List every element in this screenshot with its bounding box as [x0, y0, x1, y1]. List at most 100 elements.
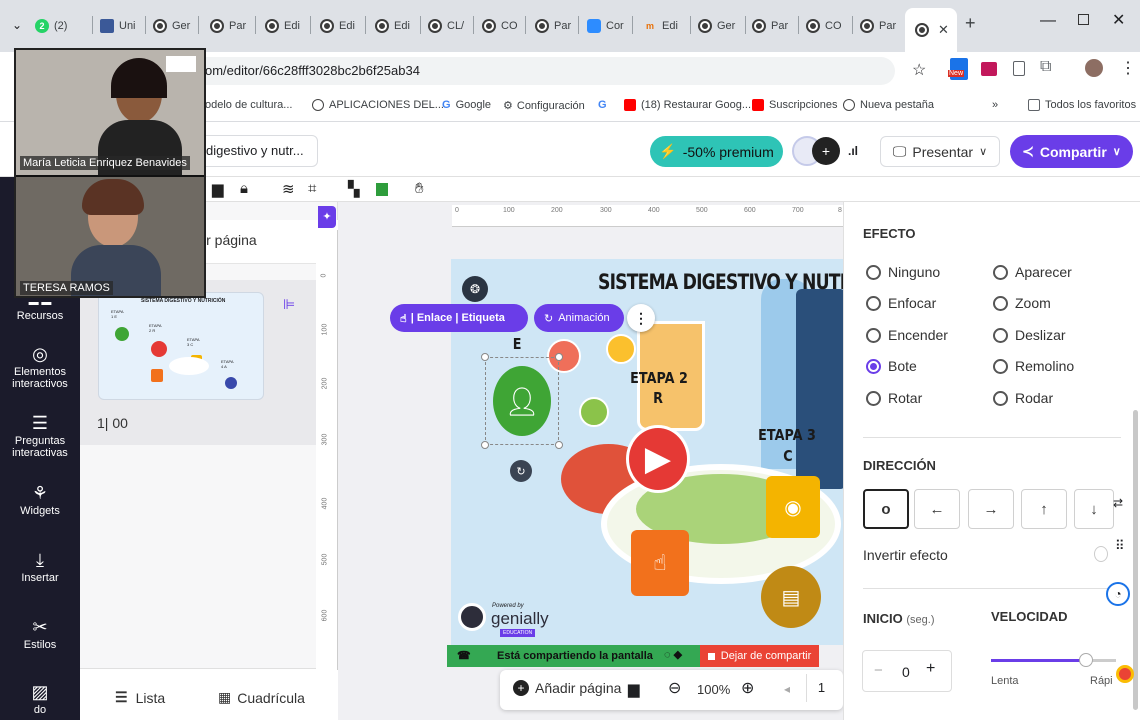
reading-list-icon[interactable] [1013, 61, 1025, 76]
translate-icon[interactable]: ⇄ [1113, 496, 1123, 510]
video-call-overlay[interactable]: María Leticia Enriquez Benavides TERESA … [14, 48, 206, 298]
browser-tab[interactable]: 2 (2) [35, 10, 85, 42]
scrollbar[interactable] [1133, 410, 1138, 710]
browser-tab[interactable]: m Edi [643, 10, 685, 42]
speed-slider-handle[interactable] [1079, 653, 1093, 667]
bookmark-item[interactable]: (18) Restaurar Goog... [624, 99, 751, 111]
extension-colorful-icon[interactable] [1116, 665, 1134, 683]
calendar-button[interactable]: ▤ [761, 566, 821, 628]
selection-handle[interactable] [555, 441, 563, 449]
new-tab-button[interactable]: + [965, 13, 976, 34]
add-page-bottom-button[interactable]: + Añadir página [513, 680, 621, 696]
eye-button[interactable]: ◉ [766, 476, 820, 538]
brain-button[interactable]: ❂ [462, 276, 488, 302]
profile-avatar[interactable] [1085, 59, 1103, 77]
prev-page-icon[interactable]: ◂ [784, 682, 790, 696]
page-number-input[interactable]: 1 [806, 674, 836, 702]
stop-sharing-button[interactable]: Dejar de compartir [700, 645, 819, 667]
extension-new-icon[interactable]: New [948, 58, 968, 80]
effect-option[interactable]: Zoom [993, 295, 1051, 311]
browser-tab[interactable]: CO [482, 10, 522, 42]
touch-button[interactable]: ☝︎ [631, 530, 689, 596]
etapa-2-title[interactable]: ETAPA 2 [629, 368, 689, 388]
direction-right-button[interactable]: → [968, 489, 1014, 529]
rail-styles[interactable]: ✂ Estilos [0, 617, 80, 651]
page-thumbnail[interactable]: SISTEMA DIGESTIVO Y NUTRICIÓN ETAPA 1 E … [98, 292, 264, 400]
grid-view-button[interactable]: ▦ Cuadrícula [218, 689, 305, 706]
etapa-2-letter[interactable]: R [651, 388, 665, 408]
increment-icon[interactable]: + [926, 660, 935, 678]
bookmark-item[interactable]: Nueva pestaña [843, 99, 934, 111]
effect-option[interactable]: Deslizar [993, 327, 1066, 343]
bookmark-item[interactable]: odelo de cultura... [205, 99, 292, 111]
play-button[interactable]: ▶ [626, 425, 690, 493]
browser-tab[interactable]: Par [210, 10, 250, 42]
browser-tab[interactable]: Uni [100, 10, 140, 42]
etapa-letter[interactable]: E [513, 334, 522, 354]
invert-effect-toggle[interactable] [1094, 546, 1108, 562]
extension-icon[interactable] [981, 62, 997, 76]
bookmark-item[interactable]: Suscripciones [752, 99, 837, 111]
rotate-handle-icon[interactable]: ↻ [510, 460, 532, 482]
browser-menu-icon[interactable]: ⋮ [1120, 58, 1136, 78]
decrement-icon[interactable]: − [874, 662, 883, 679]
browser-tab[interactable]: CL/ [428, 10, 470, 42]
start-value[interactable]: 0 [902, 664, 910, 680]
present-button[interactable]: 🖵 Presentar ∨ [880, 136, 1000, 167]
rail-resources[interactable]: ▬ ▬ Recursos [0, 298, 80, 323]
restore-button[interactable] [1078, 14, 1089, 25]
animation-menu[interactable]: ↻ Animación [534, 304, 624, 332]
browser-tab[interactable]: CO [806, 10, 848, 42]
close-window-button[interactable]: ✕ [1112, 10, 1125, 30]
transparency-icon[interactable]: ▚ [348, 180, 360, 198]
browser-tab[interactable]: Edi [265, 10, 305, 42]
direction-down-button[interactable]: ↓ [1074, 489, 1114, 529]
effect-option[interactable]: Rotar [866, 390, 922, 406]
effect-option[interactable]: Encender [866, 327, 948, 343]
bookmark-item[interactable]: APLICACIONES DEL... [312, 99, 444, 111]
browser-tab[interactable]: Ger [153, 10, 193, 42]
rail-widgets[interactable]: ⚘ Widgets [0, 483, 80, 517]
extensions-puzzle-icon[interactable]: ⧉ [1040, 58, 1051, 76]
grid-tool-icon[interactable]: ⠿ [1115, 538, 1125, 554]
minimize-button[interactable]: — [1040, 12, 1056, 30]
align-icon[interactable]: ⌗ [308, 180, 316, 197]
direction-none-button[interactable]: o [863, 489, 909, 529]
browser-tab[interactable]: Par [752, 10, 794, 42]
delete-page-icon[interactable]: ▆ [628, 680, 640, 698]
browser-tab[interactable]: Par [860, 10, 902, 42]
project-name-field[interactable]: digestivo y nutr... [195, 135, 318, 167]
effect-option[interactable]: Remolino [993, 358, 1074, 374]
more-bookmarks-button[interactable]: » [992, 99, 998, 111]
link-tag-menu[interactable]: ☝︎ | Enlace | Etiqueta [390, 304, 528, 332]
browser-tab[interactable]: Edi [320, 10, 360, 42]
assistant-icon[interactable]: ◔ [1106, 582, 1130, 606]
tab-search-button[interactable]: ⌄ [12, 18, 22, 32]
zoom-out-icon[interactable]: ⊖ [668, 678, 681, 698]
page-options-icon[interactable]: ⊫ [283, 296, 295, 313]
etapa-3-title[interactable]: ETAPA 3 [757, 425, 817, 445]
browser-tab[interactable]: Cor [587, 10, 629, 42]
bookmark-item[interactable]: G Google [442, 99, 491, 111]
rail-interactive-questions[interactable]: ☰ Preguntas interactivas [0, 413, 80, 459]
bookmark-item[interactable]: ⚙ Configuración [503, 99, 585, 113]
selection-handle[interactable] [555, 353, 563, 361]
browser-tab[interactable]: Ger [698, 10, 740, 42]
effect-option[interactable]: Rodar [993, 390, 1053, 406]
stats-icon[interactable]: .ıl [848, 144, 858, 158]
rail-interactive-elements[interactable]: ◎ Elementos interactivos [0, 344, 80, 390]
more-options-icon[interactable]: ⋮ [627, 304, 655, 332]
browser-tab[interactable]: Par [535, 10, 575, 42]
slide-title[interactable]: SISTEMA DIGESTIVO Y NUTR [598, 270, 853, 294]
effect-option[interactable]: Enfocar [866, 295, 936, 311]
lock-icon[interactable]: 🔒︎ [240, 180, 248, 197]
rail-background[interactable]: ▨ do [0, 682, 80, 716]
layers-icon[interactable]: ≋ [282, 180, 295, 198]
pin-icon[interactable]: ✦ [318, 206, 336, 228]
selection-handle[interactable] [481, 441, 489, 449]
add-collaborator-icon[interactable]: + [812, 137, 840, 165]
all-bookmarks-folder[interactable]: Todos los favoritos [1028, 99, 1136, 111]
effect-option-selected[interactable]: Bote [866, 358, 917, 374]
etapa-3-letter[interactable]: C [781, 446, 795, 466]
browser-tab[interactable]: Edi [375, 10, 415, 42]
